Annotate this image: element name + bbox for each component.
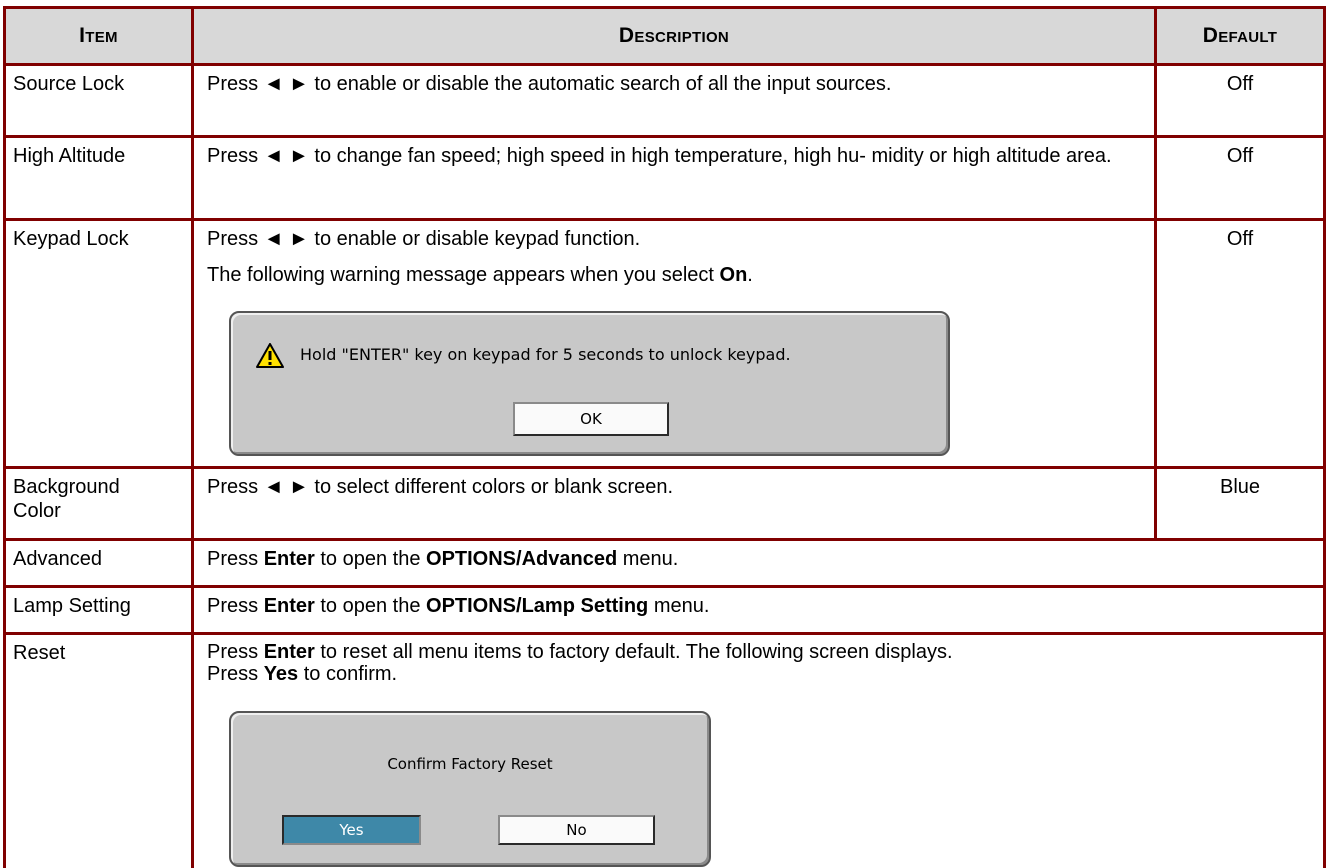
left-right-arrows-icon: ◄ ► bbox=[263, 145, 309, 167]
default-value: Off bbox=[1226, 228, 1254, 250]
item-label: High Altitude bbox=[13, 145, 126, 167]
confirm-reset-dialog: Confirm Factory Reset Yes No bbox=[229, 711, 711, 867]
desc-text: to enable or disable the automatic searc… bbox=[308, 73, 892, 95]
desc-text: Press bbox=[207, 641, 264, 663]
no-button[interactable]: No bbox=[498, 815, 655, 845]
desc-text: to change fan speed; high speed in high … bbox=[308, 145, 1112, 167]
header-description-label: Description bbox=[618, 24, 730, 47]
desc-text: Press bbox=[207, 548, 264, 570]
desc-text: to reset all menu items to factory defau… bbox=[314, 641, 953, 663]
desc-text: to confirm. bbox=[298, 663, 398, 685]
table-row-advanced-item: Advanced bbox=[6, 541, 191, 585]
confirm-reset-title: Confirm Factory Reset bbox=[387, 755, 553, 773]
desc-bold: Yes bbox=[263, 663, 299, 685]
desc-bold: Enter bbox=[263, 641, 315, 663]
desc-text: to open the bbox=[314, 548, 427, 570]
desc-text: Press bbox=[207, 663, 264, 685]
table-row-background-color-item: Background Color bbox=[6, 469, 191, 538]
default-value: Blue bbox=[1219, 476, 1261, 498]
desc-text: Press bbox=[207, 145, 264, 167]
desc-text: Press bbox=[207, 595, 264, 617]
header-default-label: Default bbox=[1202, 24, 1278, 47]
table-row-source-lock-description: Press ◄ ► to enable or disable the autom… bbox=[194, 66, 1154, 135]
table-row-source-lock-item: Source Lock bbox=[6, 66, 191, 135]
table-row-background-color-description: Press ◄ ► to select different colors or … bbox=[194, 469, 1154, 538]
desc-text: menu. bbox=[648, 595, 710, 617]
warning-icon bbox=[256, 343, 284, 368]
desc-text: to select different colors or blank scre… bbox=[308, 476, 674, 498]
left-right-arrows-icon: ◄ ► bbox=[263, 73, 309, 95]
item-label: Background bbox=[13, 476, 120, 498]
desc-text: to open the bbox=[314, 595, 427, 617]
desc-text: to enable or disable keypad function. bbox=[308, 228, 641, 250]
table-row-reset-item: Reset bbox=[6, 635, 191, 868]
default-value: Off bbox=[1226, 145, 1254, 167]
note-text: . bbox=[747, 264, 753, 286]
item-label: Keypad Lock bbox=[13, 228, 129, 250]
desc-bold: Enter bbox=[263, 595, 315, 617]
ok-button[interactable]: OK bbox=[513, 402, 669, 436]
table-row-advanced-description: Press Enter to open the OPTIONS/Advanced… bbox=[194, 541, 1323, 585]
table-row-background-color-default: Blue bbox=[1157, 469, 1323, 538]
desc-text: Press bbox=[207, 228, 264, 250]
yes-button[interactable]: Yes bbox=[282, 815, 421, 845]
left-right-arrows-icon: ◄ ► bbox=[263, 228, 309, 250]
table-row-lamp-setting-description: Press Enter to open the OPTIONS/Lamp Set… bbox=[194, 588, 1323, 632]
note-bold: On bbox=[719, 264, 748, 286]
options-table: Item Description Default Source Lock Pre… bbox=[0, 0, 1330, 868]
table-row-source-lock-default: Off bbox=[1157, 66, 1323, 135]
header-default: Default bbox=[1157, 9, 1323, 63]
desc-text: menu. bbox=[617, 548, 679, 570]
item-label: Color bbox=[13, 500, 61, 522]
note-text: The following warning message appears wh… bbox=[207, 264, 720, 286]
header-item-label: Item bbox=[79, 24, 118, 47]
desc-bold: Enter bbox=[263, 548, 315, 570]
table-row-high-altitude-default: Off bbox=[1157, 138, 1323, 218]
desc-bold: OPTIONS/Lamp Setting bbox=[426, 595, 649, 617]
item-label: Lamp Setting bbox=[13, 595, 131, 617]
desc-bold: OPTIONS/Advanced bbox=[426, 548, 618, 570]
header-item: Item bbox=[6, 9, 191, 63]
item-label: Reset bbox=[13, 642, 66, 664]
item-label: Source Lock bbox=[13, 73, 125, 95]
table-row-high-altitude-item: High Altitude bbox=[6, 138, 191, 218]
table-row-keypad-lock-default: Off bbox=[1157, 221, 1323, 466]
item-label: Advanced bbox=[13, 548, 102, 570]
desc-text: Press bbox=[207, 476, 264, 498]
keypad-warning-message: Hold "ENTER" key on keypad for 5 seconds… bbox=[300, 345, 791, 364]
keypad-warning-dialog: Hold "ENTER" key on keypad for 5 seconds… bbox=[229, 311, 950, 456]
table-row-keypad-lock-item: Keypad Lock bbox=[6, 221, 191, 466]
header-description: Description bbox=[194, 9, 1154, 63]
table-row-lamp-setting-item: Lamp Setting bbox=[6, 588, 191, 632]
default-value: Off bbox=[1226, 73, 1254, 95]
table-row-high-altitude-description: Press ◄ ► to change fan speed; high spee… bbox=[194, 138, 1154, 218]
desc-text: Press bbox=[207, 73, 264, 95]
left-right-arrows-icon: ◄ ► bbox=[263, 476, 309, 498]
